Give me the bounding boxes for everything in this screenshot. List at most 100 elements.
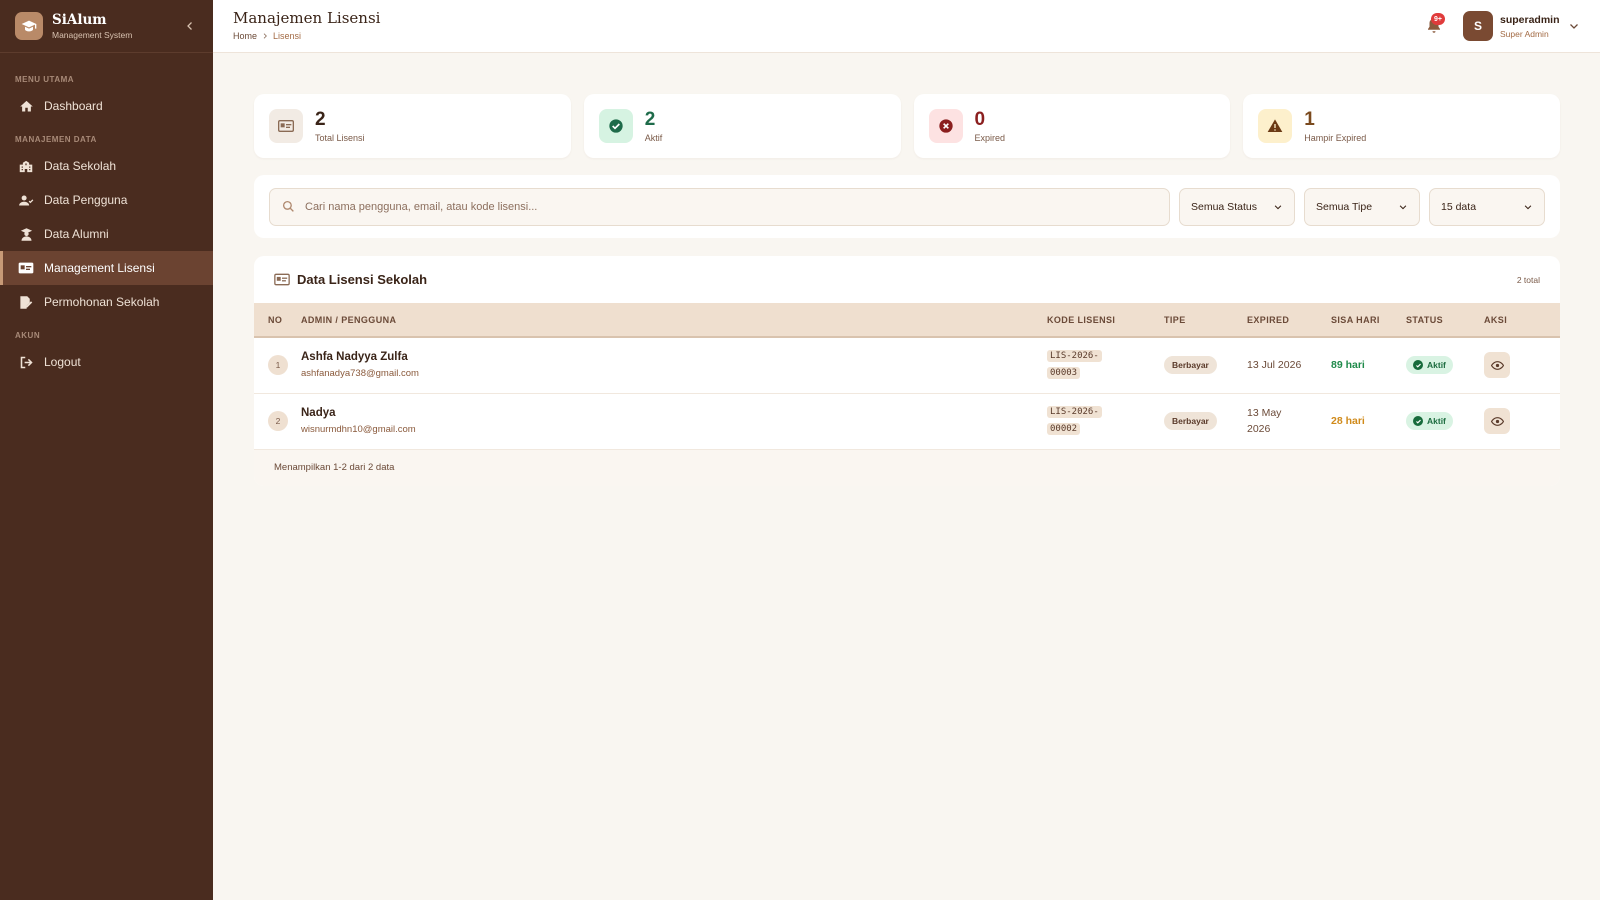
stat-card-hampir-expired: 1 Hampir Expired	[1243, 94, 1560, 158]
column-header-status: STATUS	[1406, 314, 1444, 325]
chevron-down-icon	[1399, 204, 1407, 209]
sidebar: SiAlum Management System MENU UTAMA Dash…	[0, 0, 213, 900]
page-title: Manajemen Lisensi	[233, 9, 381, 27]
brand: SiAlum Management System	[0, 0, 213, 53]
column-header-expired: EXPIRED	[1247, 314, 1290, 325]
chevron-down-icon	[1524, 204, 1532, 209]
view-detail-button[interactable]	[1484, 352, 1510, 379]
collapse-sidebar-button[interactable]	[182, 18, 198, 34]
graduate-icon	[18, 226, 34, 242]
chevron-left-icon	[187, 22, 192, 30]
user-name-cell: Ashfa Nadyya Zulfa	[301, 351, 408, 364]
tipe-filter-value: Semua Tipe	[1316, 200, 1373, 213]
stat-label: Aktif	[644, 133, 663, 143]
stat-card-total-lisensi: 2 Total Lisensi	[254, 94, 571, 158]
id-card-icon	[18, 260, 34, 276]
stat-value: 1	[1304, 109, 1315, 130]
user-name-cell: Nadya	[301, 407, 336, 419]
status-filter-select[interactable]: Semua Status	[1179, 187, 1295, 226]
stat-label: Total Lisensi	[315, 133, 365, 143]
table-title: Data Lisensi Sekolah	[274, 272, 427, 287]
tipe-badge: Berbayar	[1164, 356, 1217, 375]
per-page-select[interactable]: 15 data	[1429, 187, 1545, 226]
sidebar-item-data-sekolah[interactable]: Data Sekolah	[0, 149, 213, 183]
table-row: 2 Nadya wisnurmdhn10@gmail.com LIS-2026-…	[254, 393, 1560, 449]
table-total-count: 2 total	[1516, 274, 1540, 285]
x-circle-icon	[928, 109, 963, 143]
id-card-icon	[269, 109, 303, 143]
nav-section-menu-utama: MENU UTAMA	[15, 75, 75, 84]
chevron-right-icon	[263, 33, 267, 39]
stats-row: 2 Total Lisensi 2 Aktif 0 Expired 1 Hamp…	[254, 94, 1560, 158]
notification-badge: 9+	[1431, 13, 1445, 25]
stat-value: 2	[315, 109, 326, 130]
table-row: 1 Ashfa Nadyya Zulfa ashfanadya738@gmail…	[254, 337, 1560, 393]
sidebar-item-management-lisensi[interactable]: Management Lisensi	[0, 251, 213, 285]
topbar: Manajemen Lisensi Home Lisensi 9+ S supe…	[213, 0, 1600, 53]
column-header-sisa-hari: SISA HARI	[1331, 314, 1380, 325]
sidebar-item-label: Data Alumni	[44, 227, 109, 241]
breadcrumb-home-link[interactable]: Home	[233, 31, 257, 41]
sidebar-item-label: Dashboard	[44, 99, 103, 113]
home-icon	[18, 98, 34, 114]
status-badge: Aktif	[1406, 412, 1453, 430]
license-code: LIS-2026- 00002	[1047, 404, 1109, 438]
sidebar-item-label: Permohonan Sekolah	[44, 295, 160, 309]
sisa-hari: 89 hari	[1331, 359, 1365, 372]
sidebar-item-label: Data Sekolah	[44, 159, 117, 173]
eye-icon	[1490, 416, 1504, 426]
status-badge: Aktif	[1406, 356, 1453, 375]
tipe-filter-select[interactable]: Semua Tipe	[1304, 187, 1420, 226]
status-filter-value: Semua Status	[1191, 200, 1257, 213]
expired-date: 13 May 2026	[1247, 407, 1282, 435]
column-header-aksi: AKSI	[1484, 314, 1508, 325]
column-header-no: NO	[268, 314, 283, 325]
sidebar-item-permohonan-sekolah[interactable]: Permohonan Sekolah	[0, 285, 213, 319]
search-input[interactable]	[305, 200, 1157, 213]
eye-icon	[1490, 360, 1504, 370]
license-code: LIS-2026- 00003	[1047, 348, 1109, 382]
view-detail-button[interactable]	[1484, 408, 1510, 434]
user-role: Super Admin	[1500, 28, 1549, 39]
sidebar-item-label: Data Pengguna	[44, 193, 128, 207]
stat-value: 0	[974, 109, 986, 130]
license-table: NO ADMIN / PENGGUNA KODE LISENSI TIPE EX…	[254, 303, 1560, 450]
logout-icon	[18, 354, 34, 370]
license-table-card: Data Lisensi Sekolah 2 total NO ADMIN / …	[254, 256, 1560, 486]
breadcrumb-current: Lisensi	[273, 31, 302, 41]
user-menu[interactable]: S superadmin Super Admin	[1463, 11, 1580, 41]
filter-bar: Semua Status Semua Tipe 15 data	[254, 175, 1560, 238]
sidebar-item-label: Management Lisensi	[44, 261, 155, 275]
brand-subtitle: Management System	[52, 30, 133, 40]
nav-section-manajemen-data: MANAJEMEN DATA	[15, 135, 97, 144]
per-page-value: 15 data	[1441, 200, 1477, 213]
chevron-down-icon	[1274, 204, 1282, 209]
sidebar-item-dashboard[interactable]: Dashboard	[0, 89, 213, 123]
expired-date: 13 Jul 2026	[1247, 359, 1302, 372]
sidebar-item-data-alumni[interactable]: Data Alumni	[0, 217, 213, 251]
sidebar-item-label: Logout	[44, 355, 81, 369]
check-circle-icon	[1413, 360, 1423, 371]
users-icon	[18, 192, 34, 208]
column-header-admin: ADMIN / PENGGUNA	[301, 314, 397, 325]
sidebar-item-logout[interactable]: Logout	[0, 345, 213, 379]
graduation-cap-icon	[15, 12, 43, 40]
table-header-row: NO ADMIN / PENGGUNA KODE LISENSI TIPE EX…	[254, 303, 1560, 337]
user-email-cell: wisnurmdhn10@gmail.com	[301, 424, 416, 435]
user-name: superadmin	[1500, 13, 1560, 26]
brand-name: SiAlum	[52, 12, 107, 28]
stat-card-aktif: 2 Aktif	[583, 94, 901, 158]
stat-label: Hampir Expired	[1304, 133, 1367, 143]
check-circle-icon	[598, 109, 633, 143]
chevron-down-icon	[1569, 24, 1578, 29]
warning-icon	[1258, 109, 1293, 143]
sidebar-item-data-pengguna[interactable]: Data Pengguna	[0, 183, 213, 217]
tipe-badge: Berbayar	[1164, 412, 1217, 430]
school-icon	[18, 158, 34, 174]
stat-value: 2	[644, 109, 656, 130]
file-signature-icon	[18, 294, 34, 310]
check-circle-icon	[1413, 416, 1423, 426]
id-card-icon	[274, 273, 290, 286]
table-title-text: Data Lisensi Sekolah	[297, 272, 428, 287]
search-icon	[282, 200, 294, 212]
